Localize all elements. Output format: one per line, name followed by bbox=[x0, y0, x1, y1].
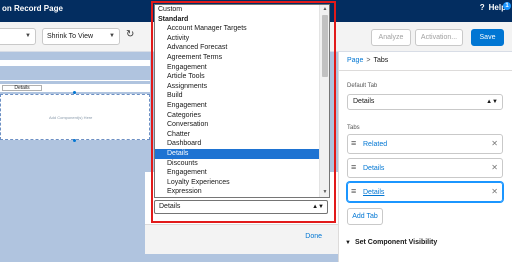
view-select[interactable]: Shrink To View ▼ bbox=[42, 28, 120, 45]
listbox-option[interactable]: Discounts bbox=[155, 159, 320, 169]
listbox-option[interactable]: Conversation bbox=[155, 120, 320, 130]
tab-name[interactable]: Related bbox=[363, 141, 387, 148]
listbox-option[interactable]: Dashboard bbox=[155, 139, 320, 149]
help-button[interactable]: ? Help 1 bbox=[479, 2, 511, 12]
view-select-value: Shrink To View bbox=[47, 33, 94, 40]
option-group-label: Standard bbox=[158, 15, 189, 23]
popover-footer: Done bbox=[145, 224, 338, 254]
canvas-card-header bbox=[0, 60, 150, 66]
scrollbar-thumb[interactable] bbox=[322, 15, 328, 77]
listbox-option[interactable]: Details bbox=[155, 148, 320, 159]
listbox-option[interactable]: Account Manager Targets bbox=[155, 24, 320, 34]
scroll-up-icon[interactable]: ▲ bbox=[320, 5, 329, 14]
canvas-tab-details[interactable]: Details bbox=[2, 85, 42, 91]
tab-row[interactable]: ≡ Details ✕ bbox=[347, 182, 503, 202]
device-select[interactable]: ▼ bbox=[0, 28, 36, 45]
breadcrumb-tabs: Tabs bbox=[373, 57, 389, 64]
remove-icon[interactable]: ✕ bbox=[491, 139, 498, 148]
listbox-option[interactable]: Advanced Forecast bbox=[155, 43, 320, 53]
listbox-option[interactable]: Chatter bbox=[155, 130, 320, 140]
tab-row[interactable]: ≡ Details ✕ bbox=[347, 158, 503, 178]
analyze-button[interactable]: Analyze bbox=[371, 29, 411, 46]
drag-handle-icon[interactable]: ≡ bbox=[351, 186, 356, 196]
refresh-icon[interactable]: ↻ bbox=[126, 29, 134, 40]
drag-handle-icon[interactable]: ≡ bbox=[351, 162, 356, 172]
default-tab-label: Default Tab bbox=[347, 83, 378, 89]
tab-label-select[interactable]: Details ▲▼ bbox=[154, 200, 328, 214]
notification-badge: 1 bbox=[503, 2, 511, 10]
help-icon: ? bbox=[479, 3, 485, 12]
breadcrumb-page[interactable]: Page bbox=[347, 57, 363, 64]
add-tab-button[interactable]: Add Tab bbox=[347, 208, 383, 225]
listbox-option[interactable]: Engagement bbox=[155, 63, 320, 73]
divider bbox=[0, 80, 150, 81]
remove-icon[interactable]: ✕ bbox=[491, 163, 498, 172]
component-drop-zone[interactable]: Add Component(s) Here bbox=[0, 94, 150, 140]
drag-handle[interactable] bbox=[73, 91, 76, 94]
page-title: on Record Page bbox=[2, 4, 63, 13]
listbox-option[interactable]: Agreement Terms bbox=[155, 53, 320, 63]
listbox-option[interactable]: Categories bbox=[155, 111, 320, 121]
tab-name[interactable]: Details bbox=[363, 189, 384, 196]
tabs-label: Tabs bbox=[347, 125, 360, 131]
chevron-down-icon: ▲▼ bbox=[312, 204, 324, 210]
chevron-down-icon: ▼ bbox=[109, 33, 115, 39]
tab-row[interactable]: ≡ Related ✕ bbox=[347, 134, 503, 154]
listbox-option[interactable]: Loyalty Experiences bbox=[155, 178, 320, 188]
add-component-text: Add Component(s) Here bbox=[49, 115, 93, 120]
default-tab-value: Details bbox=[353, 98, 375, 105]
breadcrumb: Page > Tabs bbox=[347, 57, 389, 64]
listbox-option[interactable]: Engagement bbox=[155, 101, 320, 111]
tab-label-select-value: Details bbox=[159, 203, 181, 210]
listbox-option[interactable]: Engagement bbox=[155, 168, 320, 178]
remove-icon[interactable]: ✕ bbox=[491, 187, 498, 196]
default-tab-select[interactable]: Details ▲▼ bbox=[347, 94, 503, 110]
save-button[interactable]: Save bbox=[471, 29, 504, 46]
scroll-down-icon[interactable]: ▼ bbox=[320, 188, 329, 197]
tab-label-listbox[interactable]: Custom Standard Account Manager Targets A… bbox=[154, 4, 330, 198]
listbox-option[interactable]: Assignments bbox=[155, 82, 320, 92]
visibility-label: Set Component Visibility bbox=[354, 239, 438, 246]
listbox-scrollbar[interactable]: ▲ ▼ bbox=[319, 5, 329, 197]
done-button[interactable]: Done bbox=[305, 233, 322, 240]
chevron-down-icon: ▼ bbox=[25, 33, 31, 39]
drag-handle-icon[interactable]: ≡ bbox=[351, 138, 356, 148]
listbox-option[interactable]: Article Tools bbox=[155, 72, 320, 82]
option-custom[interactable]: Custom bbox=[155, 5, 320, 15]
tab-name[interactable]: Details bbox=[363, 165, 384, 172]
component-visibility-toggle[interactable]: ▼ Set Component Visibility bbox=[345, 239, 437, 246]
listbox-option[interactable]: Expression bbox=[155, 187, 320, 197]
listbox-options: Custom Standard Account Manager Targets A… bbox=[155, 5, 320, 197]
chevron-down-icon: ▼ bbox=[345, 240, 351, 246]
properties-panel: Page > Tabs Default Tab Details ▲▼ Tabs ≡ … bbox=[338, 52, 512, 262]
listbox-option[interactable]: Build bbox=[155, 91, 320, 101]
chevron-down-icon: ▲▼ bbox=[486, 99, 498, 105]
activation-button[interactable]: Activation... bbox=[415, 29, 463, 46]
listbox-option[interactable]: Activity bbox=[155, 34, 320, 44]
drag-handle[interactable] bbox=[73, 139, 76, 142]
